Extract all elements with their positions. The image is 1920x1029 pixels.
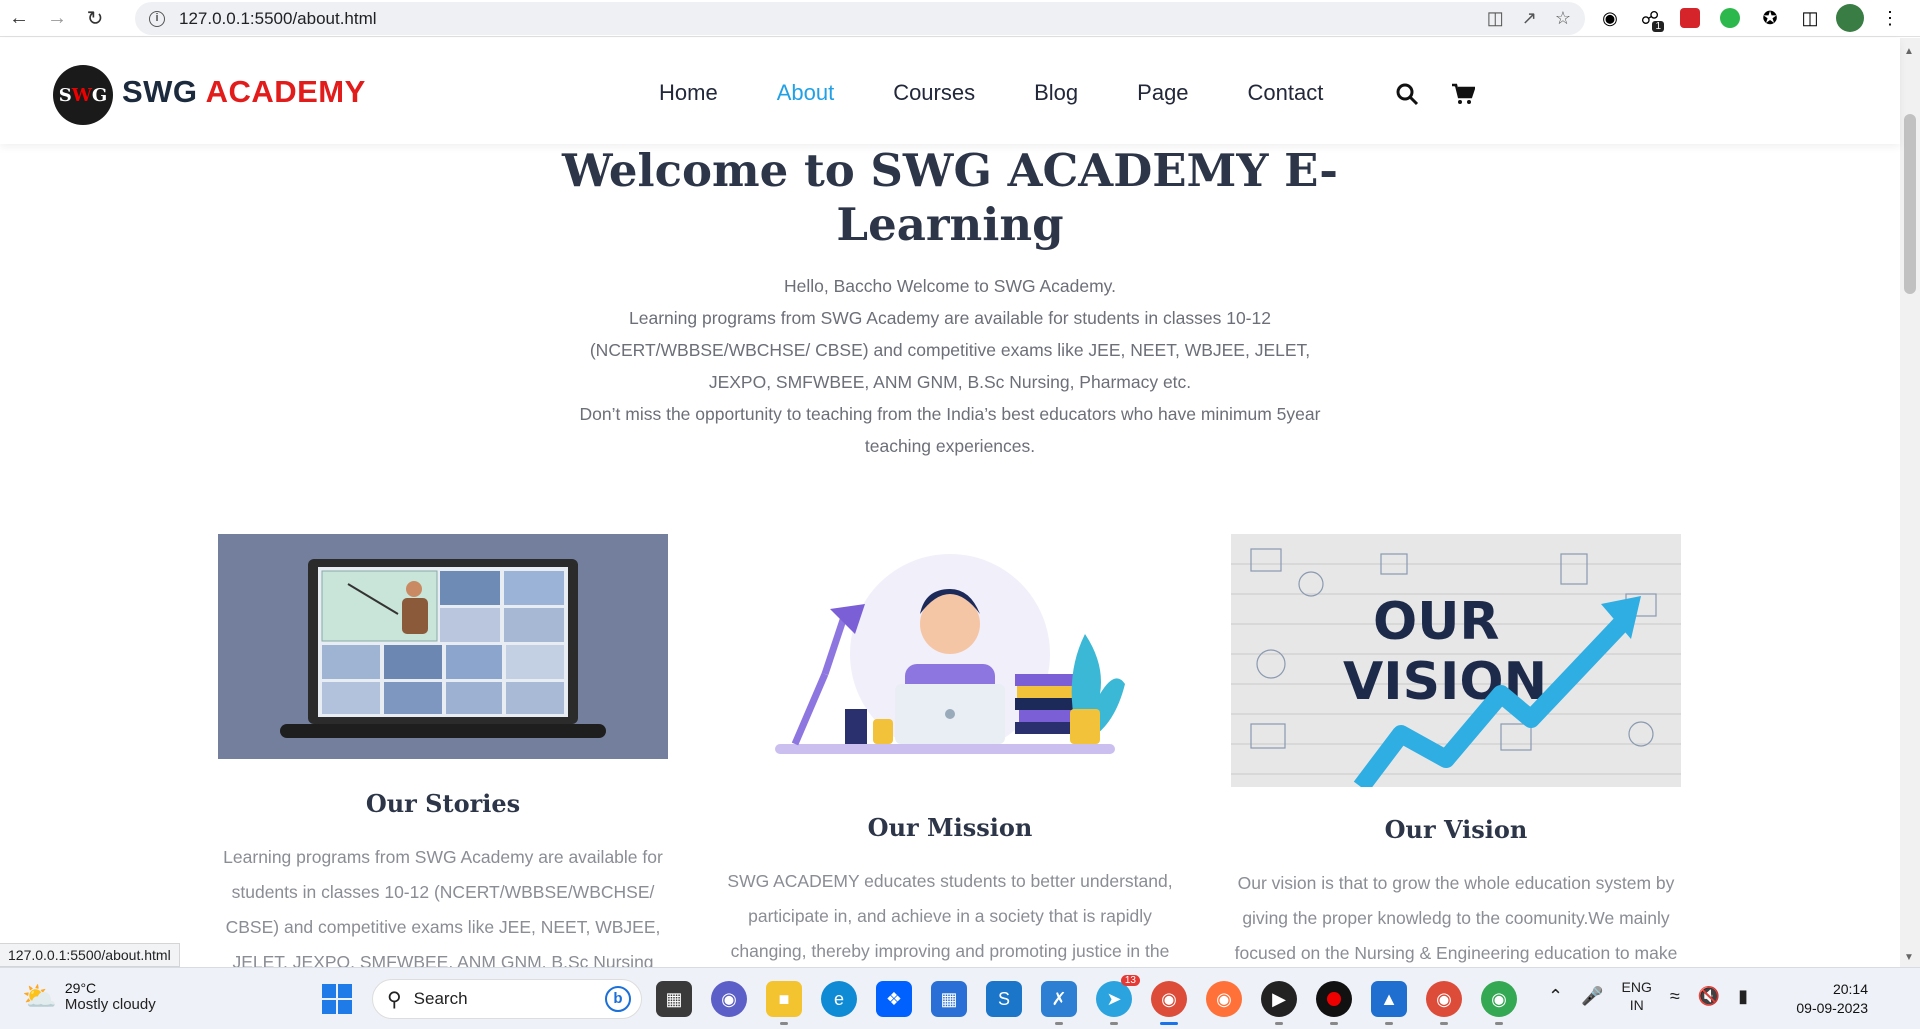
- address-bar[interactable]: i 127.0.0.1:5500/about.html ◫ ↗ ☆: [135, 2, 1585, 35]
- teams-chat-icon[interactable]: ◉: [711, 981, 747, 1017]
- taskbar-apps: ▦ ◉ ■ e ❖ ▦ S ✗ ➤ 13 ◉ ◉ ▶ ▲ ◉ ◉: [656, 975, 1517, 1025]
- nav-home[interactable]: Home: [659, 80, 718, 106]
- speaker-muted-icon[interactable]: 🔇: [1698, 986, 1720, 1007]
- card-text: SWG ACADEMY educates students to better …: [727, 871, 1173, 961]
- extensions-bar: ◉ ☍ 1 ✪ ◫ ⋮: [1596, 4, 1904, 32]
- bookmark-star-icon[interactable]: ☆: [1555, 8, 1571, 29]
- main-content: Welcome to SWG ACADEMY E-Learning Hello,…: [0, 144, 1900, 967]
- bing-icon[interactable]: b: [605, 986, 631, 1012]
- puzzle-icon[interactable]: ✪: [1756, 4, 1784, 32]
- brand-part-2: ACADEMY: [205, 74, 366, 109]
- page-scrollbar[interactable]: ▲ ▼: [1900, 38, 1920, 967]
- green-app-icon[interactable]: [1716, 4, 1744, 32]
- taskbar-search[interactable]: ⚲ Search b: [372, 979, 642, 1019]
- telegram-icon[interactable]: ➤ 13: [1096, 975, 1140, 1025]
- taskbar-search-label: Search: [413, 989, 468, 1008]
- ms-store-icon[interactable]: ▦: [931, 981, 967, 1017]
- telegram-badge: 13: [1120, 975, 1140, 986]
- brand-name[interactable]: SWG ACADEMY: [122, 74, 366, 110]
- clock[interactable]: 20:14 09-09-2023: [1788, 980, 1868, 1018]
- nav-courses[interactable]: Courses: [893, 80, 975, 106]
- media-player-icon[interactable]: ▶: [1261, 981, 1297, 1025]
- profile-avatar[interactable]: [1836, 4, 1864, 32]
- nav-page[interactable]: Page: [1137, 80, 1188, 106]
- student-laptop-illustration: [775, 554, 1125, 754]
- scrollbar-thumb[interactable]: [1904, 114, 1916, 294]
- hero-opportunity: Don’t miss the opportunity to teaching f…: [579, 404, 1321, 456]
- nav-blog[interactable]: Blog: [1034, 80, 1078, 106]
- card-text: Our vision is that to grow the whole edu…: [1234, 873, 1678, 963]
- region-code: IN: [1629, 997, 1644, 1013]
- card-our-mission: Our Mission SWG ACADEMY educates student…: [725, 534, 1175, 967]
- card-our-stories: Our Stories Learning programs from SWG A…: [218, 534, 668, 967]
- back-icon[interactable]: ←: [0, 0, 38, 37]
- scroll-down-icon[interactable]: ▼: [1904, 952, 1914, 963]
- chrome-profile-icon[interactable]: ◉: [1426, 981, 1462, 1025]
- search-icon[interactable]: [1395, 82, 1419, 112]
- address-url[interactable]: 127.0.0.1:5500/about.html: [179, 9, 377, 29]
- link-icon[interactable]: ☍ 1: [1636, 4, 1664, 32]
- card-text: Learning programs from SWG Academy are a…: [223, 847, 663, 967]
- vision-image-text: OUR: [1373, 592, 1499, 652]
- site-header: SWG SWG ACADEMY Home About Courses Blog P…: [0, 38, 1900, 144]
- browser-toolbar: ← → ↻ i 127.0.0.1:5500/about.html ◫ ↗ ☆ …: [0, 0, 1920, 37]
- language-indicator[interactable]: ENG IN: [1622, 978, 1652, 1014]
- card-title: Our Mission: [867, 813, 1033, 842]
- menu-kebab-icon[interactable]: ⋮: [1876, 4, 1904, 32]
- edge-icon[interactable]: e: [821, 981, 857, 1017]
- page-title: Welcome to SWG ACADEMY E-Learning: [562, 144, 1338, 251]
- extension-badge: 1: [1652, 21, 1664, 32]
- task-view-icon[interactable]: ▦: [656, 981, 692, 1017]
- hero-programs: Learning programs from SWG Academy are a…: [589, 308, 1311, 392]
- recorder-icon[interactable]: [1316, 981, 1352, 1025]
- link-status-url: 127.0.0.1:5500/about.html: [0, 943, 180, 967]
- card-title: Our Vision: [1384, 815, 1528, 844]
- vscode-icon[interactable]: ✗: [1041, 981, 1077, 1025]
- chrome-profile-2-icon[interactable]: ◉: [1481, 981, 1517, 1025]
- weather-condition: Mostly cloudy: [64, 996, 156, 1013]
- microphone-icon[interactable]: 🎤: [1581, 986, 1603, 1007]
- clock-time: 20:14: [1832, 981, 1868, 997]
- main-nav: Home About Courses Blog Page Contact: [659, 80, 1382, 106]
- reload-icon[interactable]: ↻: [76, 0, 114, 37]
- translate-icon[interactable]: ◫: [1487, 8, 1504, 29]
- taskbar: ⛅ 29°C Mostly cloudy ⚲ Search b ▦ ◉ ■ e …: [0, 967, 1920, 1029]
- online-class-illustration: [218, 534, 668, 759]
- search-icon: ⚲: [387, 988, 402, 1011]
- logo-icon[interactable]: SWG: [53, 65, 113, 125]
- app-s-icon[interactable]: S: [986, 981, 1022, 1017]
- card-our-vision: OUR VISION Our Vision Our vision is that…: [1231, 534, 1681, 967]
- wifi-icon[interactable]: ≈: [1670, 986, 1680, 1007]
- forward-icon[interactable]: →: [38, 0, 76, 37]
- pdf-icon[interactable]: [1676, 4, 1704, 32]
- share-icon[interactable]: ↗: [1522, 8, 1537, 29]
- windows-start-icon[interactable]: [322, 984, 352, 1014]
- brand-part-1: SWG: [122, 74, 198, 109]
- weather-widget[interactable]: ⛅ 29°C Mostly cloudy: [22, 980, 156, 1013]
- firefox-icon[interactable]: ◉: [1206, 981, 1242, 1017]
- our-vision-image: OUR VISION: [1231, 534, 1681, 787]
- site-info-icon[interactable]: i: [149, 10, 165, 27]
- dropbox-icon[interactable]: ❖: [876, 981, 912, 1017]
- battery-icon[interactable]: ▮: [1738, 986, 1748, 1007]
- chevron-up-icon[interactable]: ⌃: [1548, 986, 1563, 1007]
- nav-contact[interactable]: Contact: [1248, 80, 1324, 106]
- hero-intro: Hello, Baccho Welcome to SWG Academy. Le…: [565, 270, 1335, 462]
- language-code: ENG: [1621, 979, 1652, 995]
- system-tray: ⌃ 🎤 ENG IN ≈ 🔇 ▮: [1548, 978, 1748, 1014]
- clock-date: 09-09-2023: [1796, 1000, 1868, 1016]
- cart-icon[interactable]: [1451, 82, 1476, 112]
- card-title: Our Stories: [365, 789, 521, 818]
- cookie-icon[interactable]: ◉: [1596, 4, 1624, 32]
- chrome-icon[interactable]: ◉: [1151, 981, 1187, 1025]
- photos-icon[interactable]: ▲: [1371, 981, 1407, 1025]
- file-explorer-icon[interactable]: ■: [766, 981, 802, 1025]
- weather-temperature: 29°C: [64, 980, 97, 996]
- scroll-up-icon[interactable]: ▲: [1904, 46, 1914, 57]
- hero-greeting: Hello, Baccho Welcome to SWG Academy.: [784, 276, 1116, 296]
- nav-about[interactable]: About: [777, 80, 835, 106]
- weather-cloud-sun-icon: ⛅: [22, 981, 57, 1012]
- sidepanel-icon[interactable]: ◫: [1796, 4, 1824, 32]
